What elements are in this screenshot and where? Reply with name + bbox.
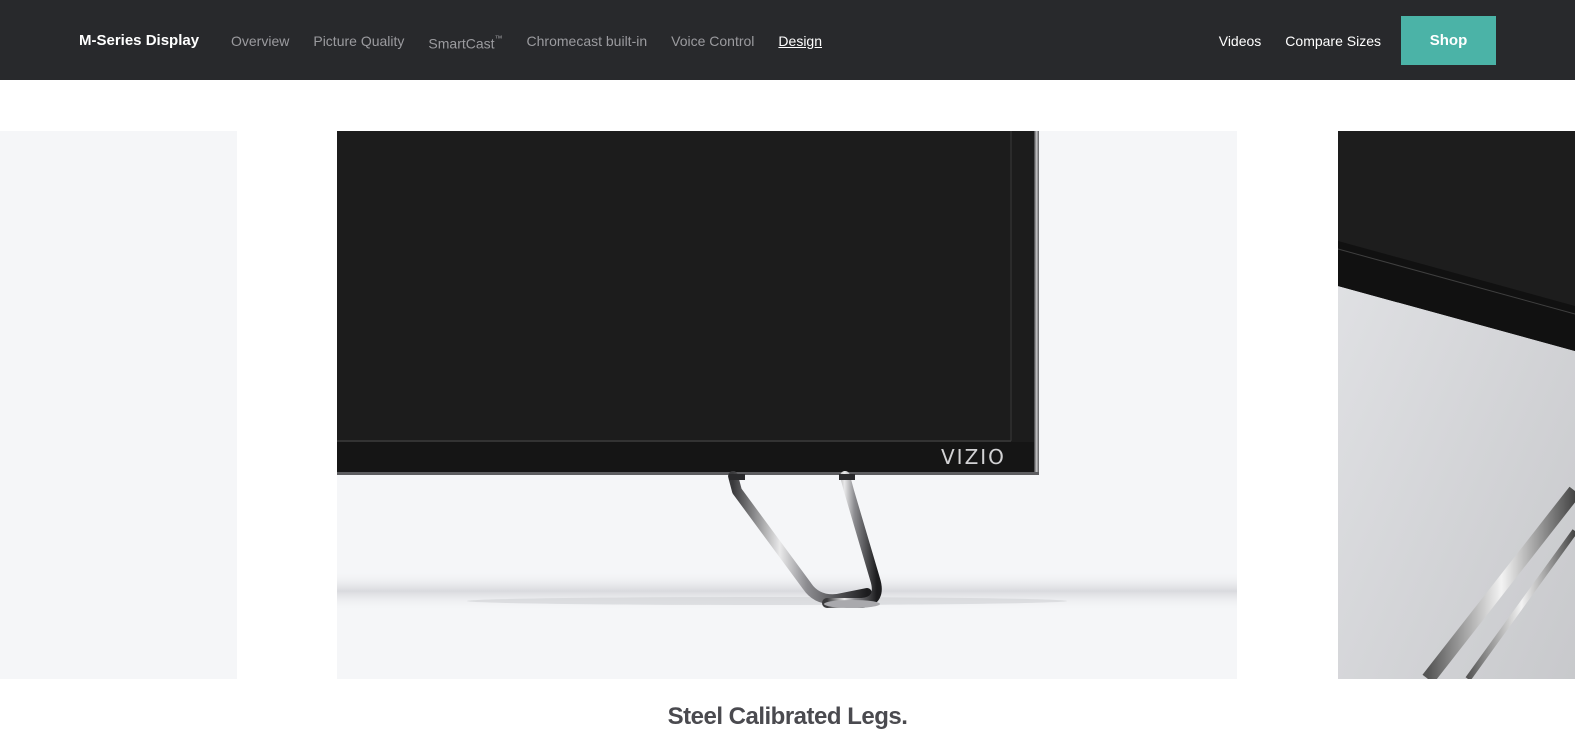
carousel-main-slide: VIZIO (337, 131, 1237, 679)
nav-chromecast[interactable]: Chromecast built-in (527, 31, 648, 54)
nav-smartcast[interactable]: SmartCast™ (428, 31, 502, 54)
tv-leg-image: VIZIO (337, 131, 1237, 611)
nav-design[interactable]: Design (778, 31, 822, 54)
nav-compare-sizes[interactable]: Compare Sizes (1285, 31, 1381, 51)
shop-button[interactable]: Shop (1401, 16, 1496, 65)
brand-link[interactable]: M-Series Display (79, 31, 199, 51)
nav-videos[interactable]: Videos (1219, 31, 1262, 51)
vizio-logo: VIZIO (941, 445, 1006, 469)
nav-overview[interactable]: Overview (231, 31, 289, 54)
nav-voice-control[interactable]: Voice Control (671, 31, 754, 54)
utility-nav: Videos Compare Sizes (1219, 31, 1381, 51)
slide-caption: Steel Calibrated Legs. (667, 703, 908, 730)
carousel-next-slide[interactable] (1338, 131, 1575, 679)
nav-smartcast-label: SmartCast (428, 35, 495, 52)
carousel-prev-slide[interactable] (0, 131, 237, 679)
nav-picture-quality[interactable]: Picture Quality (313, 31, 404, 54)
section-nav: Overview Picture Quality SmartCast™ Chro… (231, 31, 822, 54)
trademark-mark: ™ (494, 34, 503, 43)
top-nav: M-Series Display Overview Picture Qualit… (0, 0, 1575, 80)
next-slide-image (1338, 131, 1575, 679)
